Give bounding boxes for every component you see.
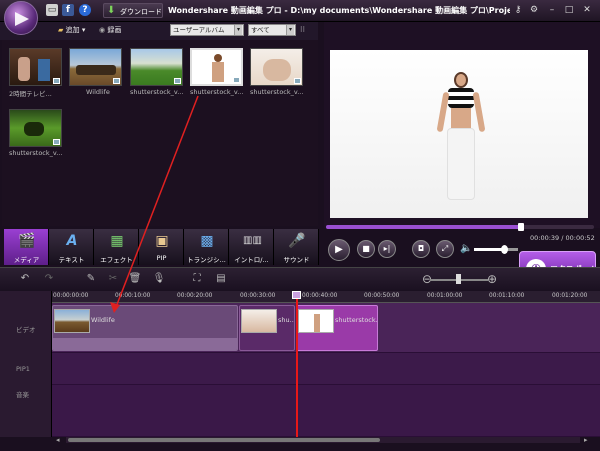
app-logo-icon (4, 1, 38, 35)
annotation-arrow (110, 95, 199, 313)
